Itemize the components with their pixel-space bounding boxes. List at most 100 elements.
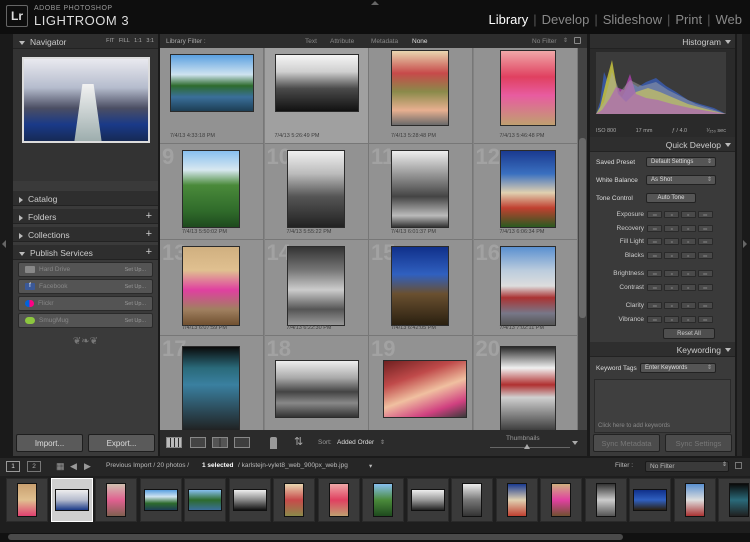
filmstrip-cell[interactable] (6, 478, 48, 522)
loupe-view-icon[interactable] (190, 437, 206, 448)
step-button[interactable]: ▸▸ (698, 238, 713, 245)
thumbnail-slider-handle[interactable] (524, 444, 530, 449)
top-panel-toggle-icon[interactable] (371, 1, 379, 5)
step-button[interactable]: ▸ (681, 315, 696, 323)
step-button[interactable]: ▸ (681, 283, 696, 291)
step-button[interactable]: ▸▸ (698, 315, 713, 323)
step-button[interactable]: ◂◂ (647, 238, 662, 245)
navigator-image[interactable] (22, 57, 150, 143)
filmstrip-cell[interactable] (451, 478, 493, 522)
module-slideshow[interactable]: Slideshow (603, 12, 662, 27)
grid-cell[interactable]: 17 (160, 336, 264, 430)
filmstrip-source[interactable]: Previous Import / 20 photos / (106, 462, 189, 469)
step-button[interactable]: ◂ (664, 283, 679, 291)
photo-thumbnail[interactable] (182, 346, 240, 430)
step-button[interactable]: ◂ (664, 302, 679, 309)
photo-thumbnail[interactable] (274, 360, 359, 418)
filter-lock-icon[interactable] (735, 462, 742, 469)
filmstrip-cell[interactable] (406, 478, 449, 522)
photo-thumbnail[interactable] (499, 346, 556, 430)
filmstrip-thumbnail[interactable] (106, 483, 126, 517)
step-button[interactable]: ◂ (664, 270, 679, 277)
photo-thumbnail[interactable] (274, 54, 359, 112)
forward-arrow-icon[interactable]: ▶ (84, 461, 91, 472)
grid-cell[interactable]: 18 (264, 336, 369, 430)
add-collection-icon[interactable]: + (146, 228, 152, 240)
grid-cell[interactable]: 14 7/4/13 6:22:30 PM (264, 240, 369, 336)
grid-view-icon[interactable] (166, 437, 182, 448)
setup-link[interactable]: Set Up... (125, 284, 146, 290)
step-button[interactable]: ◂◂ (647, 302, 662, 309)
filter-metadata[interactable]: Metadata (371, 38, 398, 45)
main-window-button[interactable]: 1 (6, 461, 20, 472)
photo-thumbnail[interactable] (182, 246, 240, 326)
grid-cell[interactable]: 7/4/13 4:33:18 PM (160, 48, 264, 144)
sync-settings-button[interactable]: Sync Settings (665, 434, 732, 452)
histogram-header[interactable]: Histogram (590, 34, 735, 49)
filmstrip-thumbnail[interactable] (551, 483, 571, 517)
step-button[interactable]: ▸ (681, 238, 696, 245)
export-button[interactable]: Export... (88, 434, 155, 452)
filmstrip-cell[interactable] (50, 478, 93, 522)
filmstrip-scroll-thumb[interactable] (8, 534, 623, 540)
photo-thumbnail[interactable] (391, 50, 449, 126)
back-arrow-icon[interactable]: ◀ (70, 461, 77, 472)
service-flickr[interactable]: Flickr Set Up... (18, 296, 153, 311)
step-button[interactable]: ◂◂ (647, 211, 662, 218)
white-balance-select[interactable]: As Shot (646, 175, 716, 185)
step-button[interactable]: ◂ (664, 238, 679, 245)
grid-cell[interactable]: 10 7/4/13 5:55:22 PM (264, 144, 369, 240)
sync-metadata-button[interactable]: Sync Metadata (593, 434, 660, 452)
photo-thumbnail[interactable] (383, 360, 467, 418)
filmstrip-cell[interactable] (629, 478, 671, 522)
auto-tone-button[interactable]: Auto Tone (646, 193, 696, 203)
folders-header[interactable]: Folders + (13, 209, 158, 224)
grid-scrollbar[interactable] (578, 48, 587, 430)
keywording-header[interactable]: Keywording (590, 342, 735, 357)
grid-cell[interactable]: 19 (369, 336, 473, 430)
step-button[interactable]: ▸ (681, 270, 696, 277)
filmstrip-thumbnail[interactable] (684, 483, 705, 517)
filter-text[interactable]: Text (305, 38, 317, 45)
photo-thumbnail[interactable] (391, 246, 449, 326)
step-button[interactable]: ◂◂ (647, 270, 662, 277)
lock-icon[interactable] (574, 37, 581, 44)
second-window-button[interactable]: 2 (27, 461, 41, 472)
filmstrip-thumbnail[interactable] (284, 483, 304, 517)
filmstrip-thumbnail[interactable] (17, 483, 37, 517)
step-button[interactable]: ▸ (681, 211, 696, 218)
collections-header[interactable]: Collections + (13, 227, 158, 242)
filter-attribute[interactable]: Attribute (330, 38, 354, 45)
filmstrip-thumbnail[interactable] (595, 483, 616, 517)
step-button[interactable]: ▸▸ (698, 302, 713, 309)
step-button[interactable]: ▸▸ (698, 224, 713, 232)
module-print[interactable]: Print (675, 12, 702, 27)
grid-cell[interactable]: 7/4/13 5:46:48 PM (473, 48, 578, 144)
filmstrip-cell[interactable] (95, 478, 137, 522)
filmstrip-filter-select[interactable]: No Filter (645, 461, 729, 472)
filmstrip-cell[interactable] (362, 478, 404, 522)
step-button[interactable]: ▸ (681, 302, 696, 309)
selected-filename[interactable]: / karlstejn-vylet8_web_900px_web.jpg (238, 462, 348, 469)
filmstrip-cell[interactable] (228, 478, 271, 522)
module-library[interactable]: Library (488, 12, 528, 27)
left-panel-toggle-icon[interactable] (2, 240, 6, 248)
filter-preset-select[interactable]: No Filter (532, 38, 557, 45)
photo-thumbnail[interactable] (499, 246, 556, 326)
filmstrip-cell[interactable] (718, 478, 750, 522)
thumbnail-size-slider[interactable] (490, 447, 570, 448)
zoom-1-1[interactable]: 1:1 (134, 38, 142, 44)
filmstrip-thumbnail[interactable] (373, 483, 393, 517)
filmstrip-cell[interactable] (584, 478, 627, 522)
step-button[interactable]: ◂◂ (647, 224, 662, 232)
photo-thumbnail[interactable] (286, 150, 345, 228)
step-button[interactable]: ▸▸ (698, 211, 713, 218)
grid-cell[interactable]: 9 7/4/13 5:50:02 PM (160, 144, 264, 240)
filmstrip-cell[interactable] (317, 478, 360, 522)
photo-thumbnail[interactable] (170, 54, 254, 112)
service-facebook[interactable]: f Facebook Set Up... (18, 279, 153, 294)
add-folder-icon[interactable]: + (146, 210, 152, 222)
grid-cell[interactable]: 16 7/4/13 7:02:11 PM (473, 240, 578, 336)
publish-services-header[interactable]: Publish Services + (13, 245, 158, 260)
keyword-tags-select[interactable]: Enter Keywords (640, 363, 716, 373)
